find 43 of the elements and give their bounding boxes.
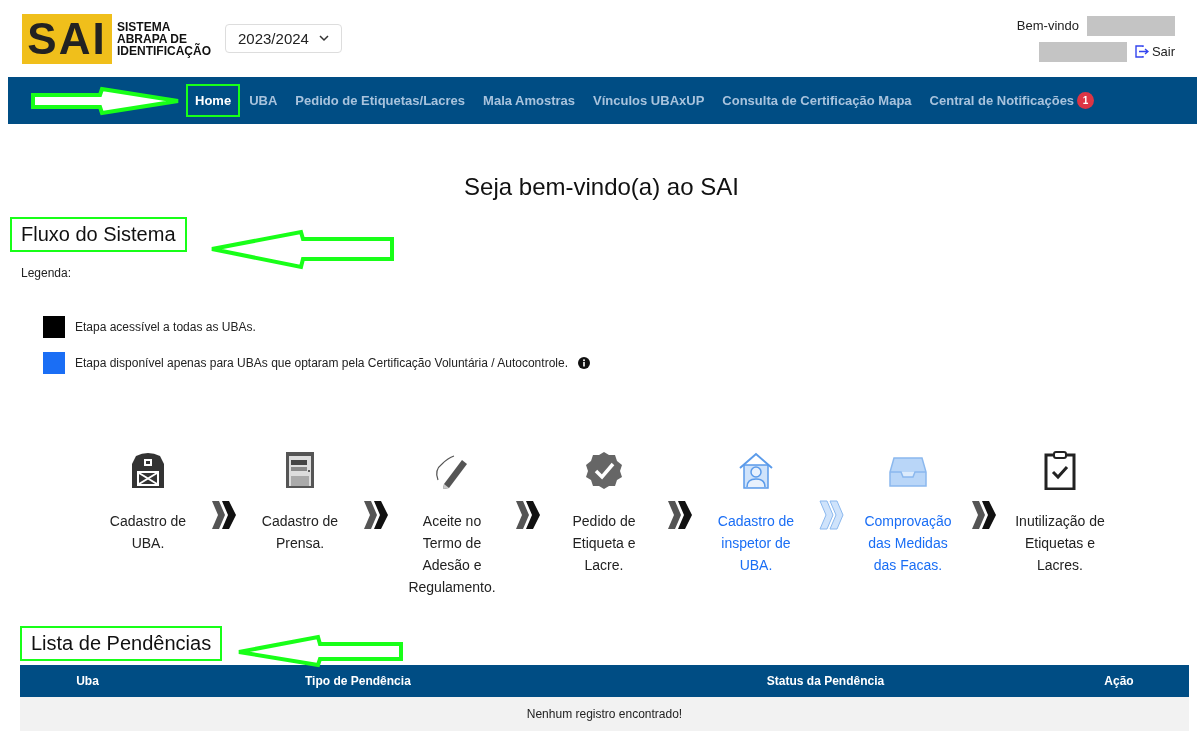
- legend-text: Etapa disponível apenas para UBAs que optaram pela Certificação Voluntária / Autocontrole.: [75, 356, 568, 370]
- nav-link[interactable]: Consulta de Certificação Mapa: [713, 84, 921, 117]
- nav-link[interactable]: Vínculos UBAxUP: [584, 84, 714, 117]
- chevron-down-icon: [318, 35, 329, 42]
- step-label: Comprovação das Medidas das Facas.: [863, 512, 953, 575]
- welcome-text: Bem-vindo: [1016, 18, 1079, 33]
- nav-link[interactable]: Mala Amostras: [474, 84, 585, 117]
- section-title: Lista de Pendências: [20, 626, 223, 661]
- section-title: Fluxo do Sistema: [10, 217, 187, 252]
- nav-link[interactable]: Pedido de Etiquetas/Lacres: [286, 84, 475, 117]
- column-header: Tipo de Pendência: [304, 674, 412, 688]
- step-label: Cadastro de UBA.: [108, 512, 188, 553]
- chevron-icon: [819, 500, 845, 530]
- chevron-icon: [971, 500, 997, 530]
- notification-badge: 1: [1077, 92, 1095, 109]
- logo-text: ABRAPA DE: [117, 32, 187, 45]
- info-icon[interactable]: [578, 357, 590, 369]
- legend-text: Etapa acessível a todas as UBAs.: [75, 320, 256, 334]
- column-header: Ação: [1103, 674, 1135, 688]
- logo-mark: SAI: [22, 13, 112, 64]
- chevron-icon: [211, 500, 237, 530]
- logout-link[interactable]: Sair: [1134, 44, 1175, 59]
- step-label: Inutilização de Etiquetas e Lacres.: [1014, 512, 1106, 575]
- chevron-icon: [363, 500, 389, 530]
- logout-icon: [1134, 45, 1149, 58]
- nav-link[interactable]: Central de Notificações 1: [920, 83, 1104, 118]
- step-label: Aceite no Termo de Adesão e Regulamento.: [407, 512, 497, 597]
- logo-text: SISTEMA: [117, 20, 172, 33]
- legend-label: Legenda:: [21, 266, 73, 280]
- step-label: Cadastro de inspetor de UBA.: [716, 512, 796, 575]
- seal-icon: [584, 450, 624, 490]
- page-title: Seja bem-vindo(a) ao SAI: [463, 173, 740, 201]
- column-header: Status da Pendência: [765, 674, 886, 688]
- step-label: Pedido de Etiqueta e Lacre.: [571, 512, 637, 575]
- chevron-icon: [667, 500, 693, 530]
- chevron-icon: [515, 500, 541, 530]
- empty-message: Nenhum registro encontrado!: [20, 697, 1189, 731]
- nav-link[interactable]: Home: [186, 84, 241, 117]
- season-select[interactable]: 2023/2024: [225, 24, 342, 53]
- logo-text: IDENTIFICAÇÃO: [117, 44, 211, 57]
- column-header: Uba: [75, 674, 100, 688]
- nav-link[interactable]: UBA: [240, 84, 287, 117]
- step-label: Cadastro de Prensa.: [260, 512, 340, 553]
